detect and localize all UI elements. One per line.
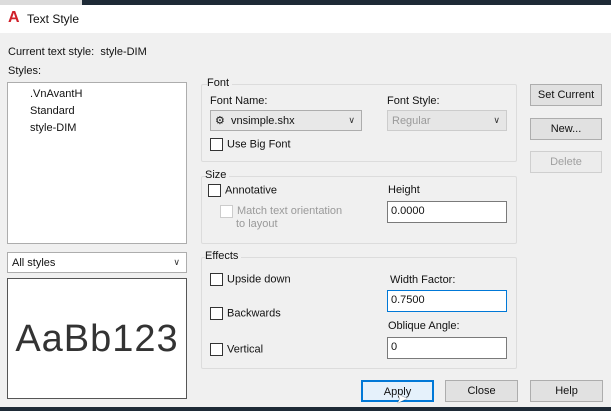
width-factor-label: Width Factor: [390, 274, 456, 286]
help-button[interactable]: Help [530, 380, 603, 402]
height-label: Height [388, 184, 420, 196]
delete-button[interactable]: Delete [530, 151, 602, 173]
styles-label: Styles: [8, 65, 42, 77]
backwards-checkbox[interactable]: Backwards [210, 307, 281, 320]
font-name-value: vnsimple.shx [231, 115, 295, 127]
height-input[interactable]: 0.0000 [387, 201, 507, 223]
effects-group-label: Effects [205, 250, 242, 262]
styles-filter-value: All styles [12, 257, 56, 269]
use-big-font-label: Use Big Font [227, 138, 291, 151]
vertical-checkbox[interactable]: Vertical [210, 343, 263, 356]
chevron-down-icon: ∨ [173, 257, 180, 267]
set-current-button[interactable]: Set Current [530, 84, 602, 106]
background-strip [0, 407, 611, 411]
mouse-cursor-icon: ➤ [396, 390, 408, 406]
style-item[interactable]: Standard [30, 105, 75, 117]
vertical-label: Vertical [227, 343, 264, 356]
upside-down-label: Upside down [227, 273, 291, 286]
use-big-font-checkbox[interactable]: Use Big Font [210, 138, 291, 151]
width-factor-input[interactable]: 0.7500 [387, 290, 507, 312]
size-group-label: Size [205, 169, 230, 181]
title-bar [0, 5, 611, 33]
oblique-angle-label: Oblique Angle: [388, 320, 460, 332]
annotative-label: Annotative [225, 184, 277, 197]
match-orientation-checkbox[interactable]: Match text orientation to layout [220, 205, 350, 231]
backwards-label: Backwards [227, 307, 281, 320]
font-style-label: Font Style: [387, 95, 440, 107]
style-item[interactable]: style-DIM [30, 122, 76, 134]
window-title: Text Style [27, 12, 80, 26]
current-style-value: style-DIM [100, 46, 147, 58]
match-orientation-label: Match text orientation to layout [236, 205, 343, 230]
font-group-label: Font [207, 77, 233, 89]
current-style-label: Current text style: style-DIM [8, 46, 147, 58]
new-button[interactable]: New... [530, 118, 602, 140]
style-item[interactable]: .VnAvantH [30, 88, 82, 100]
autocad-logo-icon: A [8, 9, 20, 26]
chevron-down-icon: ∨ [348, 115, 355, 125]
font-style-select[interactable]: Regular ∨ [387, 110, 507, 131]
upside-down-checkbox[interactable]: Upside down [210, 273, 291, 286]
font-name-label: Font Name: [210, 95, 268, 107]
close-button[interactable]: Close [445, 380, 518, 402]
font-style-value: Regular [392, 115, 431, 127]
style-preview: AaBb123 [7, 278, 187, 399]
oblique-angle-input[interactable]: 0 [387, 337, 507, 359]
font-name-select[interactable]: ⚙ vnsimple.shx ∨ [210, 110, 362, 131]
annotative-checkbox[interactable]: Annotative [208, 184, 277, 197]
chevron-down-icon: ∨ [493, 115, 500, 125]
shx-font-icon: ⚙ [215, 115, 225, 127]
styles-list[interactable]: .VnAvantH Standard style-DIM [7, 82, 187, 244]
styles-filter-select[interactable]: All styles ∨ [7, 252, 187, 273]
